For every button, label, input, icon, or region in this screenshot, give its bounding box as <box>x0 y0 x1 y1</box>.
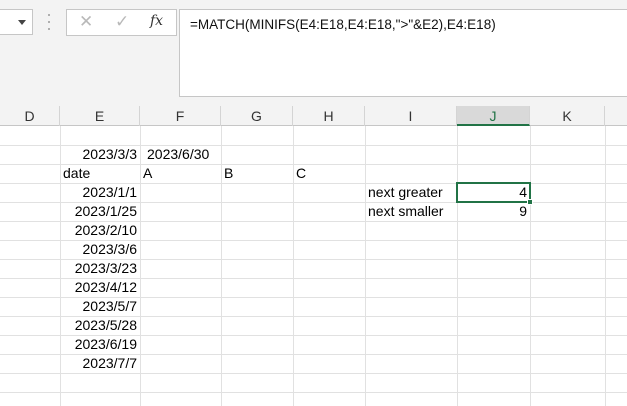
column-header-k[interactable]: K <box>530 106 605 126</box>
formula-bar-area: ✕ ✓ fx =MATCH(MINIFS(E4:E18,E4:E18,">"&E… <box>0 0 627 106</box>
cell-i4[interactable]: next greater <box>365 183 457 202</box>
gridline <box>530 126 531 406</box>
column-header-g[interactable]: G <box>221 106 293 126</box>
cell-i5[interactable]: next smaller <box>365 202 457 221</box>
column-header-h[interactable]: H <box>293 106 365 126</box>
cell-e3[interactable]: date <box>60 164 140 183</box>
gridline <box>0 392 627 393</box>
column-header-f[interactable]: F <box>140 106 221 126</box>
gridline <box>365 126 366 406</box>
column-header-j[interactable]: J <box>457 106 530 126</box>
name-box[interactable] <box>0 9 33 35</box>
column-headers: D E F G H I J K <box>0 106 627 126</box>
cell-e7[interactable]: 2023/3/6 <box>60 240 140 259</box>
cell-f3[interactable]: A <box>140 164 221 183</box>
cell-j5[interactable]: 9 <box>457 202 530 221</box>
cancel-icon[interactable]: ✕ <box>79 12 93 32</box>
cell-e2[interactable]: 2023/3/3 <box>60 145 140 164</box>
cell-e6[interactable]: 2023/2/10 <box>60 221 140 240</box>
cell-e8[interactable]: 2023/3/23 <box>60 259 140 278</box>
cell-h3[interactable]: C <box>293 164 365 183</box>
drag-handle-icon[interactable] <box>47 14 50 30</box>
column-header-i[interactable]: I <box>365 106 457 126</box>
cell-e10[interactable]: 2023/5/7 <box>60 297 140 316</box>
column-header-d[interactable]: D <box>0 106 60 126</box>
gridline <box>605 126 606 406</box>
formula-input[interactable]: =MATCH(MINIFS(E4:E18,E4:E18,">"&E2),E4:E… <box>179 9 627 97</box>
cell-g3[interactable]: B <box>221 164 293 183</box>
column-header-next[interactable] <box>605 106 627 126</box>
cell-e9[interactable]: 2023/4/12 <box>60 278 140 297</box>
gridline <box>0 373 627 374</box>
fill-handle[interactable] <box>527 199 533 205</box>
worksheet-grid[interactable]: 2023/3/3 2023/6/30 date A B C 2023/1/1 2… <box>0 126 627 406</box>
cell-e12[interactable]: 2023/6/19 <box>60 335 140 354</box>
cell-e4[interactable]: 2023/1/1 <box>60 183 140 202</box>
cell-e13[interactable]: 2023/7/7 <box>60 354 140 373</box>
cell-e5[interactable]: 2023/1/25 <box>60 202 140 221</box>
column-header-e[interactable]: E <box>60 106 140 126</box>
chevron-down-icon[interactable] <box>18 20 26 25</box>
cell-e11[interactable]: 2023/5/28 <box>60 316 140 335</box>
gridline <box>457 126 458 406</box>
insert-function-icon[interactable]: fx <box>150 13 163 29</box>
formula-buttons: ✕ ✓ fx <box>66 9 177 36</box>
enter-icon[interactable]: ✓ <box>115 12 129 32</box>
cell-f2[interactable]: 2023/6/30 <box>144 145 224 164</box>
active-cell-selection[interactable] <box>456 182 533 205</box>
